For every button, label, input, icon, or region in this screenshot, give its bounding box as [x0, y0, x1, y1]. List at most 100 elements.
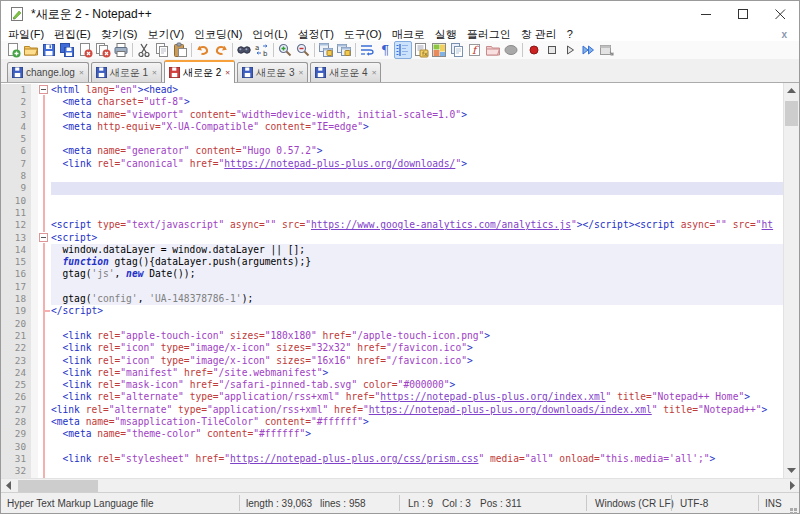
tab-새로운-3[interactable]: 새로운 3✕ [237, 62, 308, 82]
monitoring-icon[interactable] [502, 41, 520, 59]
fold-margin[interactable] [38, 96, 51, 108]
code-text[interactable]: <link rel="manifest" href="/site.webmani… [51, 367, 783, 379]
macro-play-icon[interactable] [561, 41, 579, 59]
bookmark-margin[interactable] [31, 96, 38, 108]
fold-margin[interactable] [38, 182, 51, 194]
code-text[interactable]: <meta name="viewport" content="width=dev… [51, 109, 783, 121]
code-text[interactable]: <link rel="stylesheet" href="https://not… [51, 453, 783, 465]
close-all-docs-icon[interactable] [94, 41, 112, 59]
close-button[interactable] [762, 1, 799, 27]
code-text[interactable] [51, 441, 783, 453]
find-icon[interactable] [235, 41, 253, 59]
bookmark-margin[interactable] [31, 441, 38, 453]
bookmark-margin[interactable] [31, 109, 38, 121]
macro-record-icon[interactable] [525, 41, 543, 59]
sync-vertical-icon[interactable] [317, 41, 335, 59]
tab-close-icon[interactable]: ✕ [372, 68, 377, 77]
code-text[interactable]: <link rel="apple-touch-icon" sizes="180x… [51, 330, 783, 342]
fold-margin[interactable] [38, 391, 51, 403]
fold-margin[interactable] [38, 121, 51, 133]
fold-margin[interactable] [38, 465, 51, 477]
code-text[interactable]: <link rel="canonical" href="https://note… [51, 158, 783, 170]
vertical-scroll-thumb[interactable] [785, 101, 798, 126]
function-list-icon[interactable]: fx [412, 41, 430, 59]
bookmark-margin[interactable] [31, 268, 38, 280]
resize-grip[interactable] [794, 508, 797, 511]
paste-icon[interactable] [171, 41, 189, 59]
fold-margin[interactable] [38, 109, 51, 121]
fold-margin[interactable] [38, 244, 51, 256]
fold-margin[interactable] [38, 342, 51, 354]
bookmark-margin[interactable] [31, 318, 38, 330]
bookmark-margin[interactable] [31, 232, 38, 244]
bookmark-margin[interactable] [31, 256, 38, 268]
bookmark-margin[interactable] [31, 281, 38, 293]
status-encoding[interactable]: UTF-8 [671, 495, 758, 511]
open-folder-icon[interactable] [22, 41, 40, 59]
menu-item-11[interactable]: 창 관리 [516, 27, 562, 42]
scroll-right-icon[interactable] [785, 479, 799, 493]
show-symbols-icon[interactable]: ¶ [376, 41, 394, 59]
horizontal-scrollbar[interactable] [1, 478, 799, 492]
bookmark-margin[interactable] [31, 207, 38, 219]
folder-as-workspace-icon[interactable] [484, 41, 502, 59]
fold-margin[interactable] [38, 441, 51, 453]
fold-margin[interactable] [38, 145, 51, 157]
code-text[interactable] [51, 182, 783, 194]
scroll-up-icon[interactable] [784, 83, 799, 98]
bookmark-margin[interactable] [31, 416, 38, 428]
menu-item-12[interactable]: ? [562, 28, 578, 40]
code-text[interactable]: <script> [51, 232, 783, 244]
code-text[interactable]: <link rel="alternate" type="application/… [51, 391, 783, 403]
code-text[interactable] [51, 207, 783, 219]
tab-새로운-4[interactable]: 새로운 4✕ [310, 62, 381, 82]
menu-item-9[interactable]: 실행 [430, 27, 462, 42]
fold-margin[interactable] [38, 133, 51, 145]
bookmark-margin[interactable] [31, 244, 38, 256]
bookmark-margin[interactable] [31, 355, 38, 367]
vertical-scrollbar[interactable] [783, 83, 799, 478]
fold-margin[interactable] [38, 404, 51, 416]
fold-margin[interactable] [38, 355, 51, 367]
menu-item-2[interactable]: 찾기(S) [96, 27, 143, 42]
fold-margin[interactable] [38, 379, 51, 391]
menu-item-4[interactable]: 인코딩(N) [189, 27, 247, 42]
fold-margin[interactable] [38, 293, 51, 305]
code-text[interactable]: <meta name="generator" content="Hugo 0.5… [51, 145, 783, 157]
bookmark-margin[interactable] [31, 391, 38, 403]
code-text[interactable]: <meta charset="utf-8"> [51, 96, 783, 108]
code-text[interactable]: </script> [51, 305, 783, 317]
bookmark-margin[interactable] [31, 342, 38, 354]
fold-margin[interactable] [38, 84, 51, 96]
bookmark-margin[interactable] [31, 219, 38, 231]
code-text[interactable] [51, 318, 783, 330]
horizontal-scroll-thumb[interactable] [18, 480, 98, 492]
macro-run-multi-icon[interactable] [579, 41, 597, 59]
bookmark-margin[interactable] [31, 133, 38, 145]
fold-margin[interactable] [38, 305, 51, 317]
save-icon[interactable] [40, 41, 58, 59]
bookmark-margin[interactable] [31, 195, 38, 207]
scroll-down-icon[interactable] [784, 463, 799, 478]
function-completion-icon[interactable]: f [466, 41, 484, 59]
fold-collapse-icon[interactable] [39, 233, 48, 242]
fold-collapse-icon[interactable] [39, 85, 48, 94]
code-text[interactable] [51, 195, 783, 207]
bookmark-margin[interactable] [31, 428, 38, 440]
bookmark-margin[interactable] [31, 404, 38, 416]
bookmark-margin[interactable] [31, 84, 38, 96]
fold-margin[interactable] [38, 195, 51, 207]
fold-margin[interactable] [38, 281, 51, 293]
fold-margin[interactable] [38, 330, 51, 342]
menu-item-8[interactable]: 매크로 [387, 27, 430, 42]
zoom-out-icon[interactable] [294, 41, 312, 59]
zoom-in-icon[interactable] [276, 41, 294, 59]
code-text[interactable] [51, 465, 783, 477]
bookmark-margin[interactable] [31, 145, 38, 157]
scroll-left-icon[interactable] [1, 479, 15, 493]
code-text[interactable]: function gtag(){dataLayer.push(arguments… [51, 256, 783, 268]
code-text[interactable]: window.dataLayer = window.dataLayer || [… [51, 244, 783, 256]
fold-margin[interactable] [38, 367, 51, 379]
code-text[interactable]: <html lang="en"><head> [51, 84, 783, 96]
indent-guide-icon[interactable] [394, 41, 412, 59]
